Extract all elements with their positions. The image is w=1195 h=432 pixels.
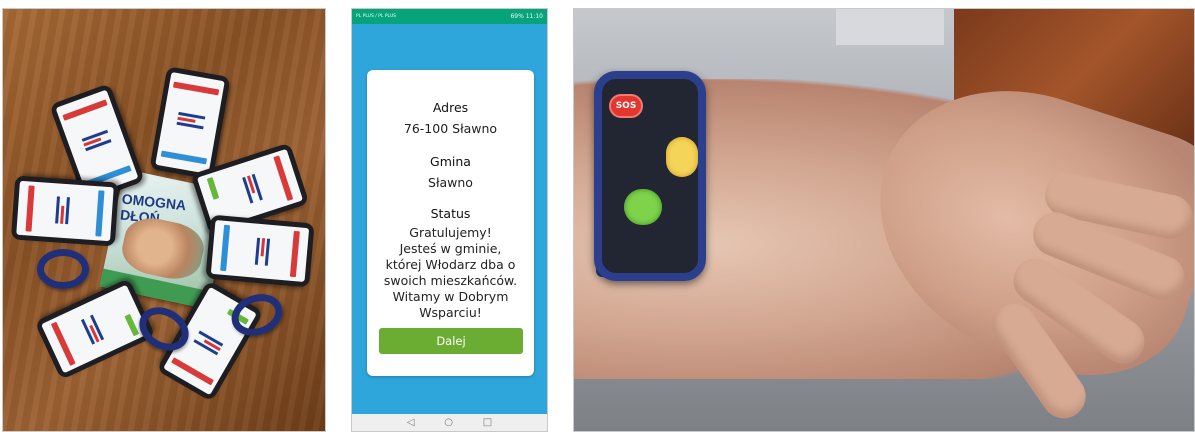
android-nav-bar: ◁ ○ □: [352, 414, 547, 431]
status-message: Gratulujemy! Jesteś w gminie, której Wło…: [383, 225, 518, 320]
gmina-value: Sławno: [428, 175, 473, 190]
photo-wristband-on-wrist: SOS: [573, 8, 1195, 432]
smartphone: [10, 175, 120, 247]
address-value: 76-100 Sławno: [403, 121, 498, 136]
wristband: [37, 249, 89, 289]
photo-phones-on-table: OMOGNA DŁOŃ: [2, 8, 326, 432]
back-icon[interactable]: ◁: [407, 417, 415, 428]
recents-icon[interactable]: □: [483, 417, 492, 428]
status-bar: PL PLUS / PL PLUS 69% 11:10: [352, 9, 547, 24]
status-label: Status: [430, 206, 471, 221]
status-indicators: 69% 11:10: [510, 13, 543, 20]
address-label: Adres: [432, 100, 469, 115]
gmina-label: Gmina: [430, 154, 471, 169]
yellow-button-icon: [666, 137, 698, 177]
carrier-text: PL PLUS / PL PLUS: [356, 13, 396, 19]
home-icon[interactable]: ○: [444, 417, 453, 428]
smartphone: [205, 214, 315, 288]
location-status-card: Adres 76-100 Sławno Gmina Sławno Status …: [367, 70, 534, 376]
app-screenshot: PL PLUS / PL PLUS 69% 11:10 Adres 76-100…: [351, 8, 548, 432]
green-button-icon: [624, 189, 662, 225]
sos-button: SOS: [609, 94, 643, 118]
next-button[interactable]: Dalej: [379, 328, 523, 354]
